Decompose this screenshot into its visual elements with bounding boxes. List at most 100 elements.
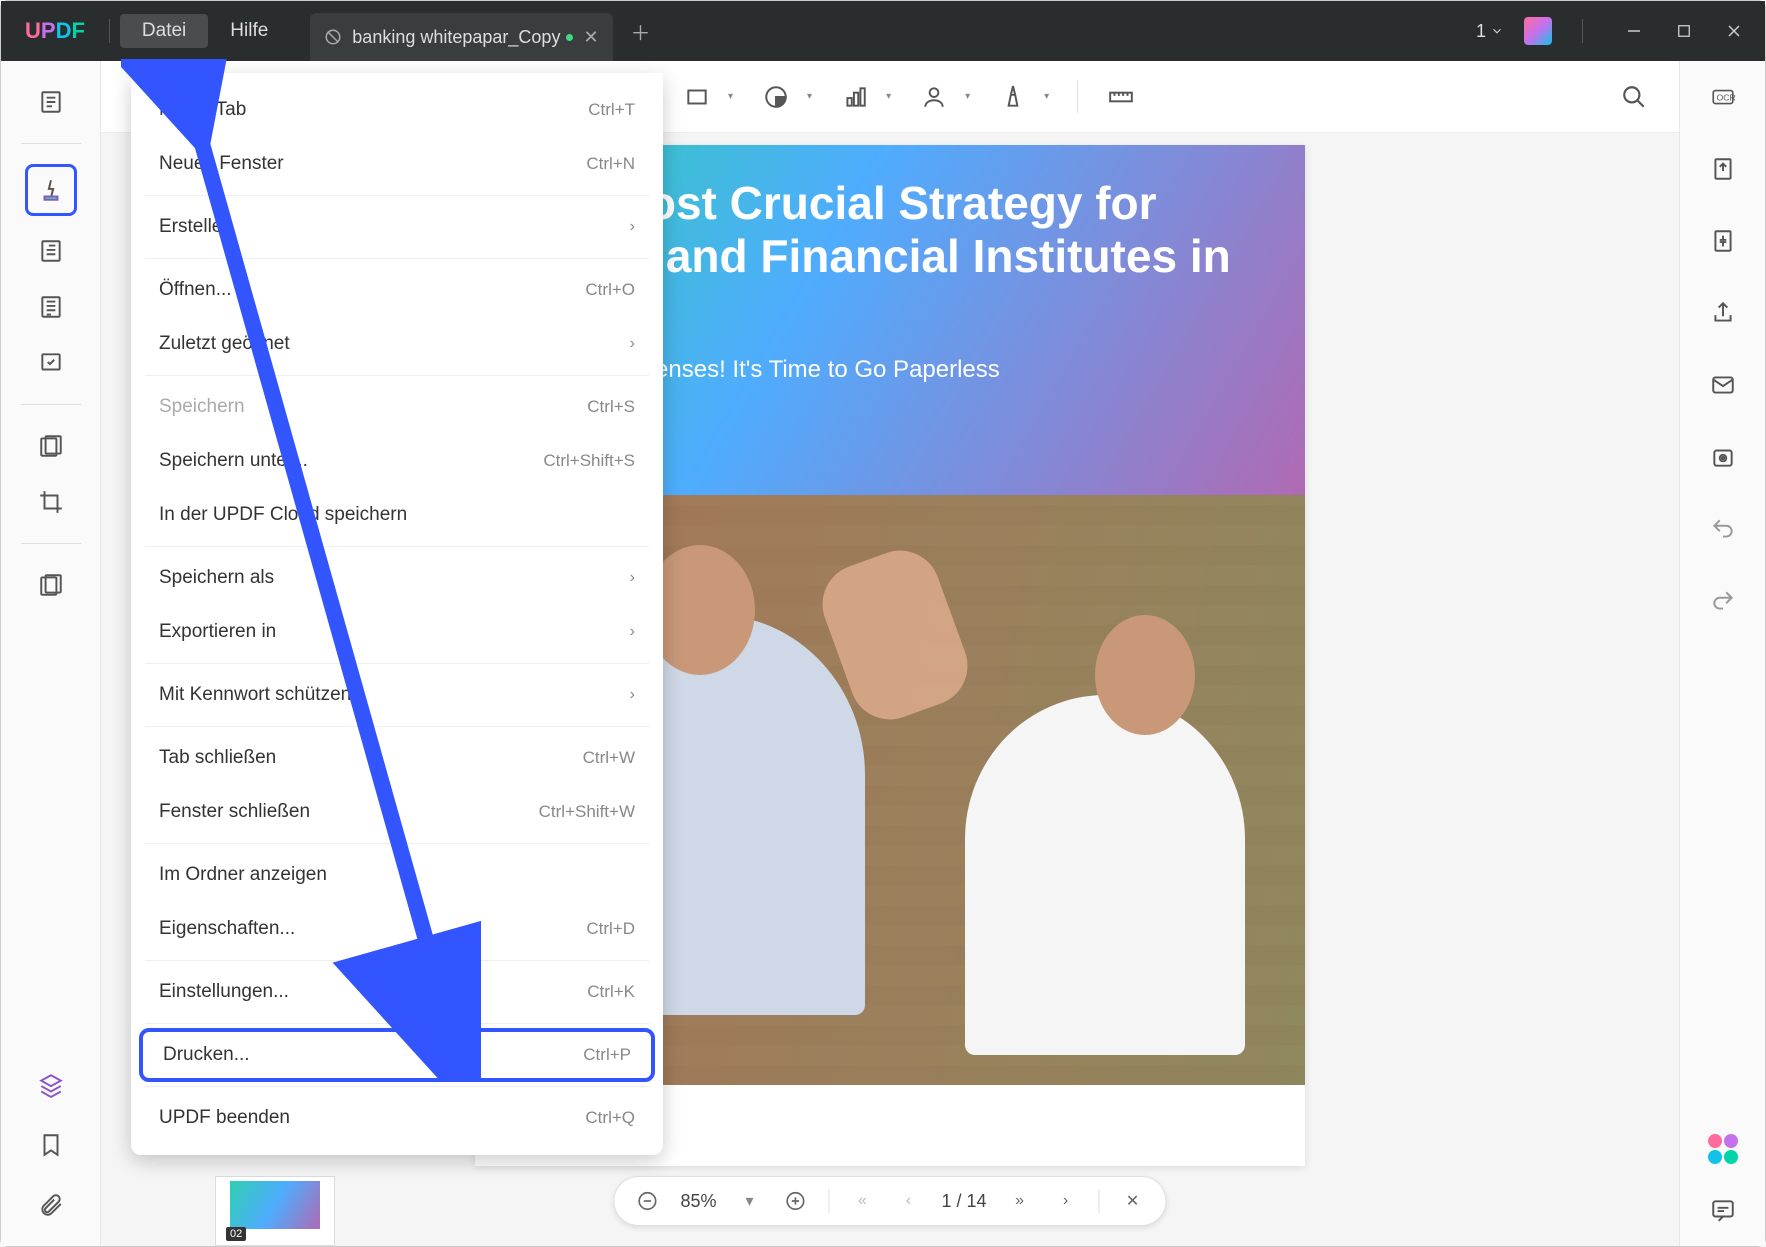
menu-shortcut: Ctrl+T xyxy=(588,100,635,120)
sticker-tool[interactable] xyxy=(761,82,791,112)
last-page-button[interactable]: › xyxy=(1053,1188,1079,1214)
attachment-icon[interactable] xyxy=(30,1184,72,1226)
menu-item-label: Im Ordner anzeigen xyxy=(159,864,327,886)
menu-item-label: Neuer Tab xyxy=(159,99,246,121)
titlebar: UPDF Datei Hilfe banking whitepapar_Copy… xyxy=(1,1,1765,61)
protect-tool[interactable] xyxy=(1707,441,1739,473)
chevron-right-icon: › xyxy=(630,686,635,704)
menu-shortcut: Ctrl+W xyxy=(583,748,635,768)
compress-tool-right[interactable] xyxy=(1707,225,1739,257)
chevron-right-icon: › xyxy=(630,623,635,641)
unsaved-dot-icon xyxy=(566,34,573,41)
menu-help[interactable]: Hilfe xyxy=(208,14,290,48)
chevron-right-icon: › xyxy=(630,335,635,353)
chevron-down-icon[interactable]: ▾ xyxy=(886,91,891,102)
left-tool-rail xyxy=(1,61,101,1246)
menu-item-label: Exportieren in xyxy=(159,621,276,643)
menu-item--ffnen-[interactable]: Öffnen...Ctrl+O xyxy=(131,263,663,317)
search-tool[interactable] xyxy=(1619,82,1649,112)
redo-button[interactable] xyxy=(1707,585,1739,617)
convert-tool[interactable] xyxy=(1707,153,1739,185)
chevron-down-icon[interactable]: ▾ xyxy=(807,91,812,102)
zoom-dropdown-icon[interactable]: ▾ xyxy=(736,1188,762,1214)
menu-item-drucken-[interactable]: Drucken...Ctrl+P xyxy=(139,1028,655,1082)
menu-item-eigenschaften-[interactable]: Eigenschaften...Ctrl+D xyxy=(131,902,663,956)
menu-item-im-ordner-anzeigen[interactable]: Im Ordner anzeigen xyxy=(131,848,663,902)
menu-file[interactable]: Datei xyxy=(120,14,208,48)
tab-close-icon[interactable]: ✕ xyxy=(583,27,598,48)
menu-item-neues-fenster[interactable]: Neues FensterCtrl+N xyxy=(131,137,663,191)
compress-tool[interactable] xyxy=(30,564,72,606)
document-tab[interactable]: banking whitepapar_Copy ✕ xyxy=(310,13,612,61)
menu-item-label: Fenster schließen xyxy=(159,801,310,823)
reader-tool[interactable] xyxy=(30,81,72,123)
menu-item-exportieren-in[interactable]: Exportieren in › xyxy=(131,605,663,659)
chevron-down-icon[interactable]: ▾ xyxy=(1044,91,1049,102)
chevron-down-icon[interactable]: ▾ xyxy=(965,91,970,102)
first-page-button[interactable]: « xyxy=(849,1188,875,1214)
edit-text-tool[interactable] xyxy=(30,230,72,272)
ocr-tool[interactable]: OCR xyxy=(1707,81,1739,113)
menu-shortcut: Ctrl+D xyxy=(586,919,635,939)
divider xyxy=(1582,19,1583,43)
menu-item-neuer-tab[interactable]: Neuer Tab Ctrl+T xyxy=(131,83,663,137)
close-controls-button[interactable]: ✕ xyxy=(1120,1188,1146,1214)
menu-separator xyxy=(145,375,649,376)
menu-separator xyxy=(145,726,649,727)
menu-item-label: Tab schließen xyxy=(159,747,276,769)
maximize-button[interactable] xyxy=(1663,15,1705,47)
menu-item-label: Speichern unter... xyxy=(159,450,308,472)
sign-tool[interactable] xyxy=(998,82,1028,112)
zoom-out-button[interactable] xyxy=(634,1188,660,1214)
menu-shortcut: Ctrl+Q xyxy=(585,1108,635,1128)
signature-tool[interactable] xyxy=(919,82,949,112)
share-tool[interactable] xyxy=(1707,297,1739,329)
close-button[interactable] xyxy=(1713,15,1755,47)
menu-shortcut: Ctrl+P xyxy=(583,1045,631,1065)
stamp-tool[interactable] xyxy=(840,82,870,112)
undo-button[interactable] xyxy=(1707,513,1739,545)
add-tab-button[interactable]: ＋ xyxy=(631,17,651,46)
next-page-button[interactable]: » xyxy=(1007,1188,1033,1214)
brand-icon[interactable] xyxy=(1524,17,1552,45)
menu-item-mit-kennwort-sch-tzen[interactable]: Mit Kennwort schützen› xyxy=(131,668,663,722)
bookmark-icon[interactable] xyxy=(30,1124,72,1166)
comment-tool[interactable] xyxy=(25,164,77,216)
zoom-in-button[interactable] xyxy=(782,1188,808,1214)
menu-separator xyxy=(145,258,649,259)
menu-item-tab-schlie-en[interactable]: Tab schließen Ctrl+W xyxy=(131,731,663,785)
chat-icon[interactable] xyxy=(1707,1194,1739,1226)
file-menu-dropdown: Neuer Tab Ctrl+T Neues FensterCtrl+N Erstel… xyxy=(131,73,663,1155)
menu-item-erstellen[interactable]: Erstellen› xyxy=(131,200,663,254)
ai-assistant-icon[interactable] xyxy=(1708,1134,1738,1164)
menu-item-speichern-als[interactable]: Speichern als› xyxy=(131,551,663,605)
menu-item-in-der-updf-cloud-speichern[interactable]: In der UPDF Cloud speichern xyxy=(131,488,663,542)
ruler-tool[interactable] xyxy=(1106,82,1136,112)
menu-item-label: In der UPDF Cloud speichern xyxy=(159,504,407,526)
tab-count[interactable]: 1 xyxy=(1476,21,1504,42)
zoom-level[interactable]: 85% xyxy=(680,1191,716,1212)
menu-item-speichern-unter-[interactable]: Speichern unter...Ctrl+Shift+S xyxy=(131,434,663,488)
menu-item-label: Erstellen xyxy=(159,216,233,238)
menu-item-fenster-schlie-en[interactable]: Fenster schließenCtrl+Shift+W xyxy=(131,785,663,839)
menu-item-label: Öffnen... xyxy=(159,279,232,301)
organize-tool[interactable] xyxy=(30,286,72,328)
menu-item-updf-beenden[interactable]: UPDF beendenCtrl+Q xyxy=(131,1091,663,1145)
layers-icon[interactable] xyxy=(30,1064,72,1106)
prev-page-button[interactable]: ‹ xyxy=(895,1188,921,1214)
fill-sign-tool[interactable] xyxy=(30,342,72,384)
thumbnail-item[interactable]: 02 xyxy=(215,1176,335,1246)
chevron-down-icon xyxy=(1490,24,1504,38)
tab-title: banking whitepapar_Copy xyxy=(352,27,560,48)
menu-item-zuletzt-ge-ffnet[interactable]: Zuletzt geöffnet› xyxy=(131,317,663,371)
chevron-down-icon[interactable]: ▾ xyxy=(728,91,733,102)
crop-tool[interactable] xyxy=(30,481,72,523)
menu-separator xyxy=(145,546,649,547)
minimize-button[interactable] xyxy=(1613,15,1655,47)
redact-tool[interactable] xyxy=(30,425,72,467)
menu-item-einstellungen-[interactable]: Einstellungen...Ctrl+K xyxy=(131,965,663,1019)
chevron-right-icon: › xyxy=(630,569,635,587)
app-logo: UPDF xyxy=(25,18,85,44)
email-tool[interactable] xyxy=(1707,369,1739,401)
rectangle-tool[interactable] xyxy=(682,82,712,112)
